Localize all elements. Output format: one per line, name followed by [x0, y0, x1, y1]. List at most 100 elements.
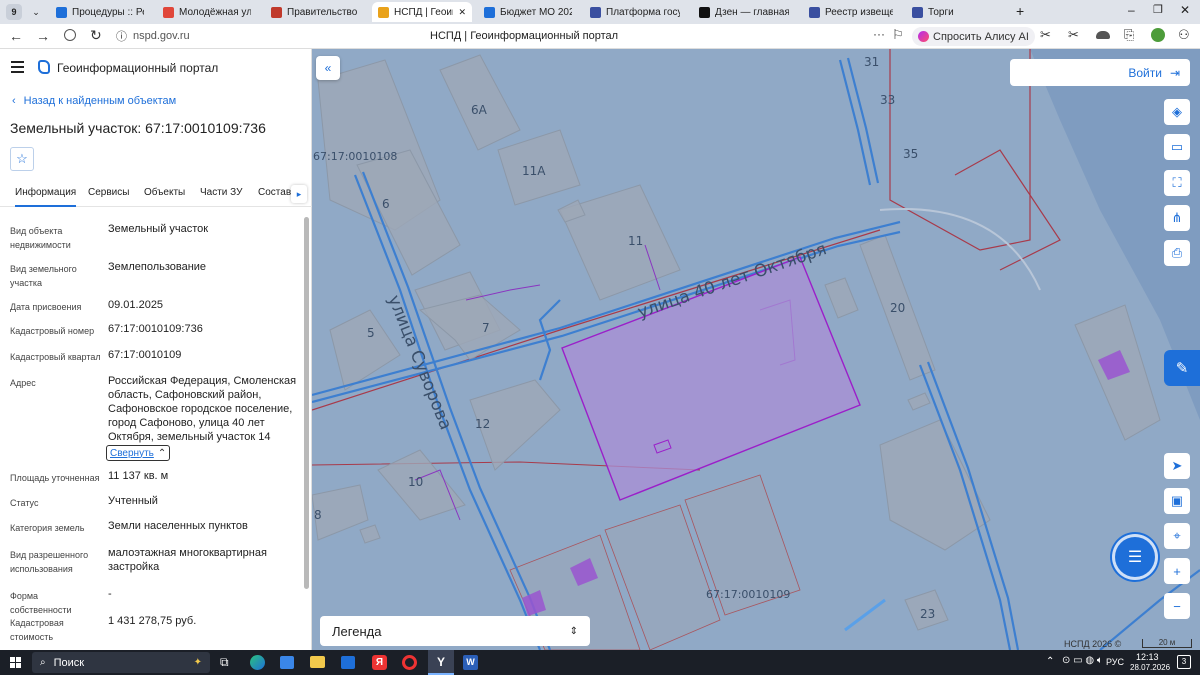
login-icon: ⇥	[1169, 65, 1180, 80]
road	[846, 57, 880, 184]
taskbar-search[interactable]: ⌕ Поиск ✦	[32, 652, 210, 673]
collapse-panel-button[interactable]: «	[316, 56, 340, 80]
share-button[interactable]: ⋔	[1164, 205, 1190, 231]
mail-icon[interactable]	[341, 656, 355, 669]
page-title: НСПД | Геоинформационный портал	[430, 30, 619, 42]
tray-chevron-icon[interactable]: ⌃	[1046, 656, 1054, 667]
url-field[interactable]: nspd.gov.ru	[133, 30, 190, 42]
field-label: Дата присвоения	[10, 302, 82, 312]
site-info-icon[interactable]: ⓘ	[116, 28, 127, 44]
clock-time[interactable]: 12:13	[1136, 652, 1159, 662]
field-label: Вид земельного участка	[10, 264, 77, 288]
restore-icon[interactable]: ❐	[1153, 3, 1163, 16]
menu-icon[interactable]	[11, 61, 24, 73]
yandex-icon[interactable]: Я	[372, 655, 387, 670]
forward-icon[interactable]: →	[36, 28, 50, 44]
browser-tab[interactable]: Торги	[906, 2, 1006, 22]
back-link[interactable]: ‹ Назад к найденным объектам	[12, 95, 176, 107]
object-title: Земельный участок: 67:17:0010109:736	[10, 120, 266, 136]
field-label: Вид объекта недвижимости	[10, 226, 71, 250]
location-search-button[interactable]: ⌖	[1164, 523, 1190, 549]
browser-tab-bar: 9 ⌄ Процедуры :: Реализ Молодёжная улица,…	[0, 0, 1200, 24]
browser-tab[interactable]: Правительство Смол	[265, 2, 365, 22]
geolocation-button[interactable]: ➤	[1164, 453, 1190, 479]
login-button[interactable]: Войти ⇥	[1010, 59, 1190, 86]
browser-tab[interactable]: Дзен — главная ново	[693, 2, 795, 22]
legend-button[interactable]: Легенда ⇕	[320, 616, 590, 646]
measure-button[interactable]: ▭	[1164, 134, 1190, 160]
print-button[interactable]: ⎙	[1164, 240, 1190, 266]
alice-button[interactable]: Спросить Алису AI	[912, 27, 1035, 46]
tab-favicon-icon	[699, 6, 710, 18]
extension-icon-4[interactable]: ⎘	[1124, 27, 1134, 43]
tab-favicon-icon	[484, 6, 495, 18]
map-view[interactable]: улица 40 лет Октября улица Суворова 67:1…	[312, 49, 1200, 650]
portal-logo-icon	[38, 60, 50, 74]
select-area-button[interactable]: ⛶	[1164, 170, 1190, 196]
language-indicator[interactable]: РУС	[1106, 657, 1124, 667]
back-icon[interactable]: ←	[9, 28, 23, 44]
reload-icon[interactable]: ↻	[90, 27, 102, 44]
building	[824, 277, 859, 319]
chat-button[interactable]: ☰	[1115, 537, 1155, 577]
extension-icon-5[interactable]	[1151, 28, 1165, 42]
assistant-tab[interactable]: ✎	[1164, 350, 1200, 386]
more-icon[interactable]: ···	[873, 27, 885, 41]
panel-tab[interactable]: Части ЗУ	[200, 187, 242, 205]
tab-list-chevron-icon[interactable]: ⌄	[28, 4, 44, 20]
zoom-out-button[interactable]: −	[1164, 593, 1190, 619]
bookmark-icon[interactable]: ⚐	[892, 27, 904, 43]
field-value: Земельный участок	[108, 223, 209, 235]
tab-label: Дзен — главная ново	[715, 6, 789, 18]
browser-tab[interactable]: НСПД | Геоинфор ✕	[372, 2, 472, 22]
info-panel: Геоинформационный портал ‹ Назад к найде…	[0, 49, 312, 650]
start-icon[interactable]	[10, 657, 21, 668]
tab-label: Платформа государ	[606, 6, 680, 18]
app-icon[interactable]	[402, 655, 417, 670]
task-view-icon[interactable]: ⧉	[220, 655, 229, 670]
panel-tab[interactable]: Состав	[258, 187, 291, 205]
browser-active-icon[interactable]: Y	[428, 650, 454, 675]
favorite-button[interactable]: ☆	[10, 147, 34, 171]
collapse-link[interactable]: Свернуть ⌃	[106, 445, 171, 461]
close-tab-icon[interactable]: ✕	[458, 7, 466, 18]
zoom-in-button[interactable]: +	[1164, 558, 1190, 584]
edge-icon[interactable]	[250, 655, 265, 670]
panel-tab[interactable]: Объекты	[144, 187, 185, 205]
tabs-scroll-right-button[interactable]: ▸	[291, 185, 307, 203]
store-icon[interactable]	[280, 656, 294, 669]
minimize-icon[interactable]: –	[1128, 3, 1135, 17]
notification-badge[interactable]: 3	[1177, 655, 1191, 669]
extension-icon-2[interactable]: ✂	[1068, 27, 1079, 43]
browser-tab[interactable]: Бюджет МО 2025г 24	[478, 2, 578, 22]
browser-tab[interactable]: Платформа государ	[584, 2, 686, 22]
browser-tab[interactable]: Молодёжная улица,	[157, 2, 257, 22]
navigation-icon: ➤	[1171, 458, 1183, 473]
portal-title: Геоинформационный портал	[57, 61, 219, 75]
word-icon[interactable]: W	[463, 655, 478, 670]
profile-icon[interactable]: ⚇	[1178, 27, 1190, 43]
clock-date[interactable]: 28.07.2026	[1130, 663, 1170, 672]
extension-icon-1[interactable]: ✂	[1040, 27, 1051, 43]
browser-tab[interactable]: Реестр извещений	[803, 2, 899, 22]
layers-button[interactable]: ◈	[1164, 99, 1190, 125]
panel-tab[interactable]: Сервисы	[88, 187, 129, 205]
quarter-label-2: 67:17:0010109	[706, 588, 790, 601]
tab-favicon-icon	[378, 6, 389, 18]
building-number: 6А	[471, 103, 488, 117]
close-window-icon[interactable]: ✕	[1180, 3, 1190, 17]
field-value: -	[108, 588, 112, 600]
new-tab-icon[interactable]: +	[1016, 3, 1024, 19]
minimap-button[interactable]: ▣	[1164, 488, 1190, 514]
extension-icon-3[interactable]	[1096, 31, 1110, 39]
explorer-icon[interactable]	[310, 656, 325, 668]
building-number: 11А	[522, 164, 546, 178]
tray-icons[interactable]: ⊙ ▭ ◍ 🔈︎	[1062, 655, 1103, 666]
browser-tab[interactable]: Процедуры :: Реализ	[50, 2, 150, 22]
tab-count-button[interactable]: 9	[6, 4, 22, 20]
vpn-icon[interactable]	[64, 29, 76, 41]
map-canvas[interactable]: улица 40 лет Октября улица Суворова 67:1…	[312, 49, 1200, 650]
panel-scrollbar[interactable]	[304, 217, 309, 589]
panel-tab[interactable]: Информация	[15, 187, 77, 207]
field-label: Кадастровая стоимость	[10, 618, 64, 642]
